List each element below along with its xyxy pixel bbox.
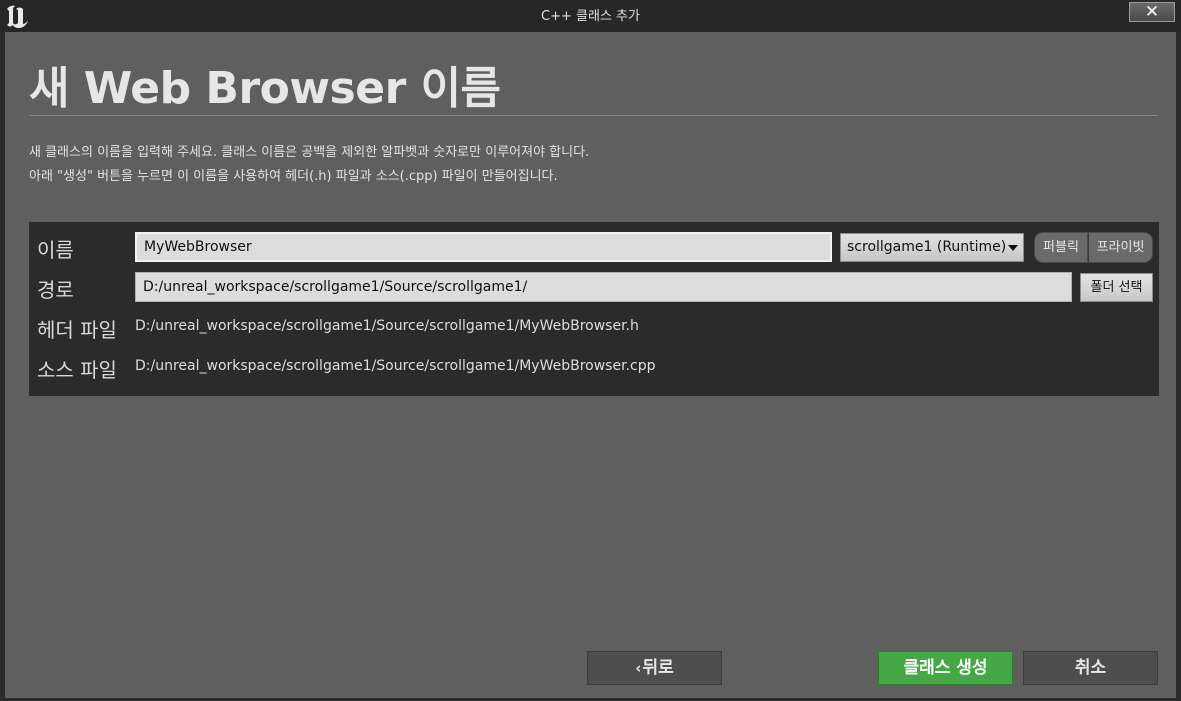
name-label: 이름 bbox=[37, 238, 74, 262]
path-input[interactable]: D:/unreal_workspace/scrollgame1/Source/s… bbox=[135, 272, 1072, 302]
module-select[interactable]: scrollgame1 (Runtime) bbox=[840, 233, 1024, 262]
module-select-value: scrollgame1 (Runtime) bbox=[847, 239, 1007, 255]
class-name-input[interactable]: MyWebBrowser bbox=[135, 232, 832, 262]
description-line-1: 새 클래스의 이름을 입력해 주세요. 클래스 이름은 공백을 제외한 알파벳과… bbox=[29, 145, 590, 160]
chevron-down-icon bbox=[1008, 245, 1018, 251]
header-file-label: 헤더 파일 bbox=[37, 318, 117, 342]
choose-folder-button[interactable]: 폴더 선택 bbox=[1080, 273, 1153, 302]
cancel-button[interactable]: 취소 bbox=[1023, 651, 1158, 685]
title-bar: C++ 클래스 추가 ✕ bbox=[0, 0, 1181, 32]
window-title: C++ 클래스 추가 bbox=[541, 9, 640, 24]
create-class-button[interactable]: 클래스 생성 bbox=[878, 651, 1013, 685]
access-toggle-group: 퍼블릭 프라이빗 bbox=[1034, 232, 1153, 263]
path-label: 경로 bbox=[37, 278, 74, 302]
source-file-label: 소스 파일 bbox=[37, 358, 117, 382]
public-toggle-button[interactable]: 퍼블릭 bbox=[1034, 232, 1088, 263]
header-file-path: D:/unreal_workspace/scrollgame1/Source/s… bbox=[135, 318, 639, 334]
source-file-path: D:/unreal_workspace/scrollgame1/Source/s… bbox=[135, 358, 656, 374]
private-toggle-button[interactable]: 프라이빗 bbox=[1088, 232, 1153, 263]
chevron-left-icon: ‹ bbox=[635, 659, 642, 677]
back-button[interactable]: ‹뒤로 bbox=[587, 651, 722, 685]
page-title: 새 Web Browser 이름 bbox=[29, 63, 501, 114]
back-button-label: 뒤로 bbox=[642, 658, 674, 678]
class-settings-panel: 이름 MyWebBrowser scrollgame1 (Runtime) 퍼블… bbox=[29, 222, 1159, 396]
close-button[interactable]: ✕ bbox=[1129, 2, 1175, 22]
description-line-2: 아래 "생성" 버튼을 누르면 이 이름을 사용하여 헤더(.h) 파일과 소스… bbox=[29, 169, 558, 184]
title-divider bbox=[29, 115, 1157, 116]
add-cpp-class-dialog: C++ 클래스 추가 ✕ 새 Web Browser 이름 새 클래스의 이름을… bbox=[0, 0, 1181, 701]
